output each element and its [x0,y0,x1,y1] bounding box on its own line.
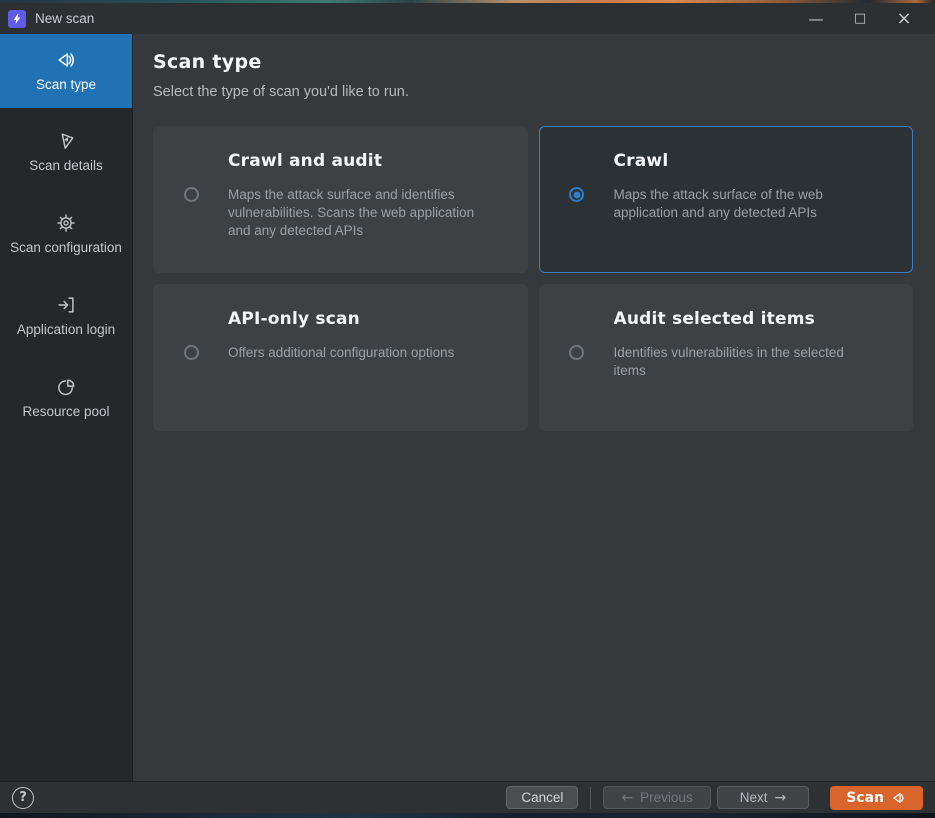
option-title: Audit selected items [614,309,899,329]
desktop-background-bottom [0,813,935,818]
sidebar-item-resource-pool[interactable]: Resource pool [0,363,132,433]
footer-bar: ? Cancel ← Previous Next → Scan [0,781,935,813]
sidebar-item-scan-details[interactable]: Scan details [0,117,132,187]
option-description: Maps the attack surface and identifies v… [228,186,500,240]
pie-chart-icon [55,376,77,398]
option-title: Crawl and audit [228,151,513,171]
option-card-api-only-scan[interactable]: API-only scan Offers additional configur… [153,284,528,431]
radio-crawl-and-audit[interactable] [184,187,199,202]
wizard-steps-sidebar: Scan type Scan details [0,34,133,781]
right-arrow-icon: → [774,790,786,806]
sidebar-item-label: Application login [17,321,115,338]
radio-audit-selected-items[interactable] [569,345,584,360]
close-icon[interactable]: × [887,6,921,32]
option-description: Maps the attack surface of the web appli… [614,186,886,222]
radio-api-only-scan[interactable] [184,345,199,360]
option-card-audit-selected-items[interactable]: Audit selected items Identifies vulnerab… [539,284,914,431]
sidebar-item-label: Resource pool [22,403,109,420]
window-title: New scan [35,11,94,26]
scan-type-panel: Scan type Select the type of scan you'd … [133,34,935,781]
option-card-crawl-and-audit[interactable]: Crawl and audit Maps the attack surface … [153,126,528,273]
page-title: Scan type [153,51,913,73]
new-scan-window: New scan — □ × Scan type [0,3,935,813]
gear-icon [55,212,77,234]
scan-radar-icon [55,49,77,71]
option-card-crawl[interactable]: Crawl Maps the attack surface of the web… [539,126,914,273]
lightning-bolt-icon [8,10,26,28]
next-button[interactable]: Next → [717,786,810,809]
sidebar-item-label: Scan type [36,76,96,93]
minimize-icon[interactable]: — [799,6,833,32]
cancel-button[interactable]: Cancel [506,786,578,809]
left-arrow-icon: ← [621,790,633,806]
sidebar-item-application-login[interactable]: Application login [0,281,132,351]
sidebar-item-label: Scan details [29,157,103,174]
scan-radar-icon [891,790,907,806]
footer-divider [590,787,591,809]
page-subtitle: Select the type of scan you'd like to ru… [153,84,913,100]
option-description: Offers additional configuration options [228,344,466,362]
option-description: Identifies vulnerabilities in the select… [614,344,886,380]
option-title: API-only scan [228,309,513,329]
maximize-icon[interactable]: □ [843,6,877,32]
titlebar: New scan — □ × [0,3,935,34]
sidebar-item-scan-type[interactable]: Scan type [0,34,132,108]
help-icon[interactable]: ? [12,787,34,809]
details-tag-icon [55,130,77,152]
sidebar-item-label: Scan configuration [10,239,122,256]
scan-type-options: Crawl and audit Maps the attack surface … [153,126,913,431]
option-title: Crawl [614,151,899,171]
previous-button[interactable]: ← Previous [603,786,710,809]
sidebar-item-scan-configuration[interactable]: Scan configuration [0,199,132,269]
login-arrow-icon [55,294,77,316]
radio-crawl[interactable] [569,187,584,202]
scan-button[interactable]: Scan [830,786,923,810]
